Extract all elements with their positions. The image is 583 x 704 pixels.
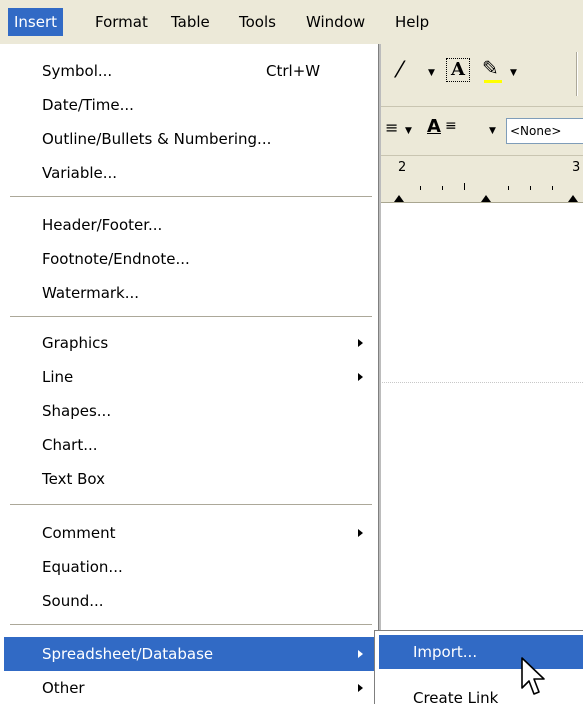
menu-item-label: Symbol... — [42, 62, 113, 80]
menu-item-label: Spreadsheet/Database — [42, 645, 214, 663]
document-canvas[interactable] — [380, 203, 583, 704]
menu-insert[interactable]: Insert — [8, 8, 64, 36]
ruler-number: 3 — [572, 160, 581, 175]
highlight-pen-icon[interactable]: ✎ — [482, 56, 499, 80]
menu-window[interactable]: Window — [300, 8, 371, 36]
menu-item-spreadsheet-database[interactable]: Spreadsheet/Database — [4, 637, 374, 671]
menu-item-label: Sound... — [42, 592, 104, 610]
menu-item-equation[interactable]: Equation... — [4, 550, 374, 584]
menu-separator — [10, 196, 372, 197]
menu-item-graphics[interactable]: Graphics — [4, 326, 374, 360]
textbox-tool-icon[interactable]: A — [446, 58, 470, 82]
menu-separator — [10, 504, 372, 505]
page-guideline — [380, 382, 583, 383]
submenu-item-create-link[interactable]: Create Link — [379, 681, 583, 704]
line-tool-icon[interactable]: ⁄ — [398, 58, 402, 83]
menu-item-label: Footnote/Endnote... — [42, 250, 190, 268]
menu-separator — [10, 624, 372, 625]
menu-item-label: Chart... — [42, 436, 98, 454]
menu-separator — [10, 316, 372, 317]
menu-item-header-footer[interactable]: Header/Footer... — [4, 208, 374, 242]
menu-item-label: Line — [42, 368, 74, 386]
style-select[interactable]: <None> — [506, 118, 583, 144]
menu-item-symbol[interactable]: Symbol... Ctrl+W — [4, 54, 374, 88]
menu-item-label: Variable... — [42, 164, 118, 182]
submenu-arrow-icon — [358, 339, 363, 347]
menu-table[interactable]: Table — [165, 8, 216, 36]
ruler-tick — [420, 186, 421, 190]
menu-item-label: Header/Footer... — [42, 216, 163, 234]
insert-menu: Symbol... Ctrl+W Date/Time... Outline/Bu… — [0, 44, 379, 704]
tab-stop-marker[interactable] — [481, 195, 491, 202]
menu-item-comment[interactable]: Comment — [4, 516, 374, 550]
ruler-tick — [464, 183, 465, 190]
menu-item-label: Shapes... — [42, 402, 112, 420]
ruler-number: 2 — [398, 160, 407, 175]
menu-item-sound[interactable]: Sound... — [4, 584, 374, 618]
line-dropdown-icon[interactable]: ▼ — [428, 68, 435, 78]
menu-item-label: Outline/Bullets & Numbering... — [42, 130, 272, 148]
menu-item-line[interactable]: Line — [4, 360, 374, 394]
font-attributes-dropdown-icon[interactable]: ▼ — [489, 126, 496, 136]
submenu-arrow-icon — [358, 529, 363, 537]
menu-format[interactable]: Format — [89, 8, 154, 36]
menu-item-chart[interactable]: Chart... — [4, 428, 374, 462]
menu-item-label: Other — [42, 679, 85, 697]
menu-bar: Insert Format Table Tools Window Help — [0, 0, 583, 44]
menu-item-shortcut: Ctrl+W — [266, 62, 321, 80]
submenu-item-label: Import... — [413, 643, 478, 661]
ruler-tick — [552, 186, 553, 190]
spreadsheet-database-submenu: Import... Create Link — [374, 630, 583, 704]
menu-item-label: Graphics — [42, 334, 109, 352]
submenu-arrow-icon — [358, 650, 363, 658]
menu-item-label: Comment — [42, 524, 116, 542]
highlight-color-swatch — [484, 80, 502, 83]
menu-help[interactable]: Help — [389, 8, 435, 36]
justify-dropdown-icon[interactable]: ▼ — [405, 126, 412, 136]
menu-item-label: Equation... — [42, 558, 123, 576]
ruler-tick — [530, 186, 531, 190]
tab-stop-marker[interactable] — [568, 195, 578, 202]
tab-stop-marker[interactable] — [394, 195, 404, 202]
menu-item-other[interactable]: Other — [4, 671, 374, 704]
menu-item-label: Date/Time... — [42, 96, 134, 114]
submenu-item-label: Create Link — [413, 689, 499, 704]
menu-item-footnote-endnote[interactable]: Footnote/Endnote... — [4, 242, 374, 276]
menu-item-outline-bullets[interactable]: Outline/Bullets & Numbering... — [4, 122, 374, 156]
app-window: Insert Format Table Tools Window Help ⁄ … — [0, 0, 583, 704]
ruler-tick — [442, 186, 443, 190]
menu-item-variable[interactable]: Variable... — [4, 156, 374, 190]
font-attributes-lines-icon: ≡ — [445, 118, 457, 134]
highlight-dropdown-icon[interactable]: ▼ — [510, 68, 517, 78]
menu-item-label: Text Box — [42, 470, 105, 488]
toolbar-separator — [576, 52, 578, 96]
menu-item-text-box[interactable]: Text Box — [4, 462, 374, 496]
mouse-pointer-icon — [521, 657, 545, 695]
ruler-tick — [508, 186, 509, 190]
justify-icon[interactable]: ≡ — [385, 118, 398, 137]
submenu-item-import[interactable]: Import... — [379, 635, 583, 669]
menu-item-date-time[interactable]: Date/Time... — [4, 88, 374, 122]
menu-item-label: Watermark... — [42, 284, 140, 302]
submenu-arrow-icon — [358, 684, 363, 692]
submenu-arrow-icon — [358, 373, 363, 381]
font-attributes-icon[interactable]: A — [427, 116, 441, 137]
menu-item-shapes[interactable]: Shapes... — [4, 394, 374, 428]
menu-item-watermark[interactable]: Watermark... — [4, 276, 374, 310]
menu-tools[interactable]: Tools — [233, 8, 282, 36]
